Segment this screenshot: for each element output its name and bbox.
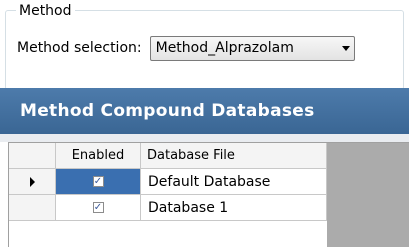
chevron-down-icon[interactable] (341, 45, 350, 51)
method-selection-row: Method selection: Method_Alprazolam (17, 35, 355, 61)
compound-databases-title: Method Compound Databases (20, 101, 315, 121)
column-header-enabled[interactable]: Enabled (56, 143, 141, 169)
grid-empty-area (327, 143, 409, 247)
databases-grid: Enabled Database File ✓ Default Database… (8, 142, 409, 247)
method-group-legend: Method (16, 3, 75, 19)
column-header-database-file[interactable]: Database File (141, 143, 327, 169)
method-selection-value: Method_Alprazolam (155, 40, 294, 56)
compound-databases-header: Method Compound Databases (0, 88, 409, 134)
enabled-cell[interactable]: ✓ (56, 169, 141, 195)
database-file-cell[interactable]: Database 1 (141, 195, 327, 221)
method-selection-dropdown[interactable]: Method_Alprazolam (149, 35, 355, 61)
method-selection-label: Method selection: (17, 40, 142, 56)
enabled-checkbox[interactable]: ✓ (92, 201, 104, 213)
grid-corner-header (9, 143, 56, 169)
enabled-cell[interactable]: ✓ (56, 195, 141, 221)
checkmark-icon: ✓ (93, 175, 103, 187)
current-row-pointer-icon (29, 176, 35, 187)
database-file-cell[interactable]: Default Database (141, 169, 327, 195)
header-spacer (0, 134, 409, 142)
row-header[interactable] (9, 195, 56, 221)
row-header-current[interactable] (9, 169, 56, 195)
databases-grid-area: Enabled Database File ✓ Default Database… (0, 142, 409, 247)
enabled-checkbox[interactable]: ✓ (92, 175, 104, 187)
checkmark-icon: ✓ (93, 201, 103, 213)
